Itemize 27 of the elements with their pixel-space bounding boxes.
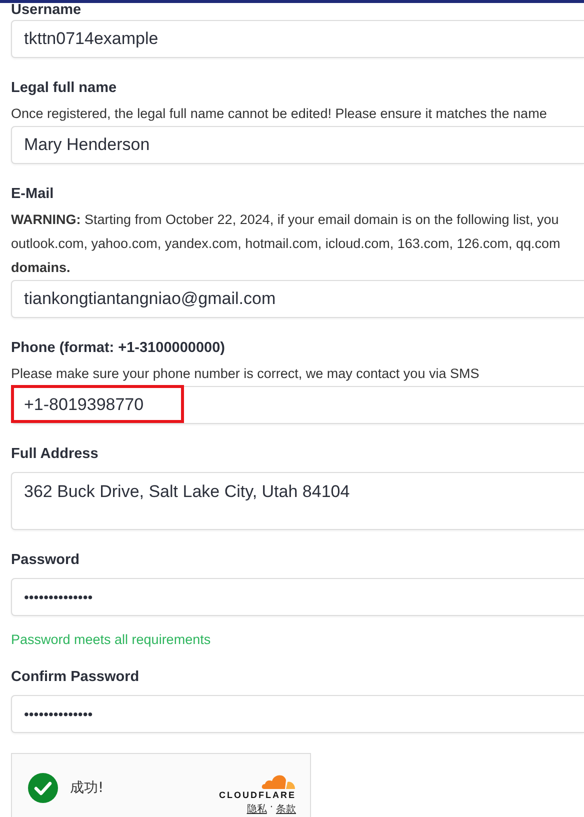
field-label: Password <box>11 551 80 570</box>
cloud-logo-icon <box>260 772 296 790</box>
field-label: E-Mail <box>11 185 55 204</box>
password-field[interactable]: •••••••••••••• <box>11 578 584 616</box>
captcha-status: 成功! <box>70 779 104 797</box>
password-field[interactable]: •••••••••••••• <box>11 695 584 733</box>
input-field[interactable]: tiankongtiantangniao@gmail.com <box>11 280 584 318</box>
input-field[interactable]: tkttn0714example <box>11 20 584 58</box>
help-text: Please make sure your phone number is correct, we may contact you via SMS <box>11 365 480 383</box>
link-separator: · <box>270 802 273 815</box>
help-text: domains. <box>11 259 72 277</box>
brand-name: CLOUDFLARE <box>219 790 296 800</box>
field-label: Legal full name <box>11 79 118 98</box>
field-label: Phone (format: +1-3100000000) <box>11 339 226 358</box>
help-text: outlook.com, yahoo.com, yandex.com, hotmail.com, icloud.com, 163.com, 126.com, qq.com <box>11 235 562 253</box>
field-label: Username <box>11 3 82 17</box>
terms-link[interactable]: 条款 <box>276 802 296 816</box>
help-text: WARNING: Starting from October 22, 2024, if your email domain is on the following list, you <box>11 211 560 229</box>
privacy-link[interactable]: 隐私 <box>246 802 267 816</box>
help-text: Once registered, the legal full name cannot be edited! Please ensure it matches the name <box>11 105 548 123</box>
password-status: Password meets all requirements <box>11 632 212 647</box>
input-field[interactable]: Mary Henderson <box>11 126 584 164</box>
field-label: Confirm Password <box>11 668 140 687</box>
address-field[interactable]: 362 Buck Drive, Salt Lake City, Utah 84104 <box>11 472 584 530</box>
success-check-icon <box>28 773 58 803</box>
field-label: Full Address <box>11 445 100 464</box>
input-field[interactable]: +1-8019398770 <box>11 386 584 424</box>
